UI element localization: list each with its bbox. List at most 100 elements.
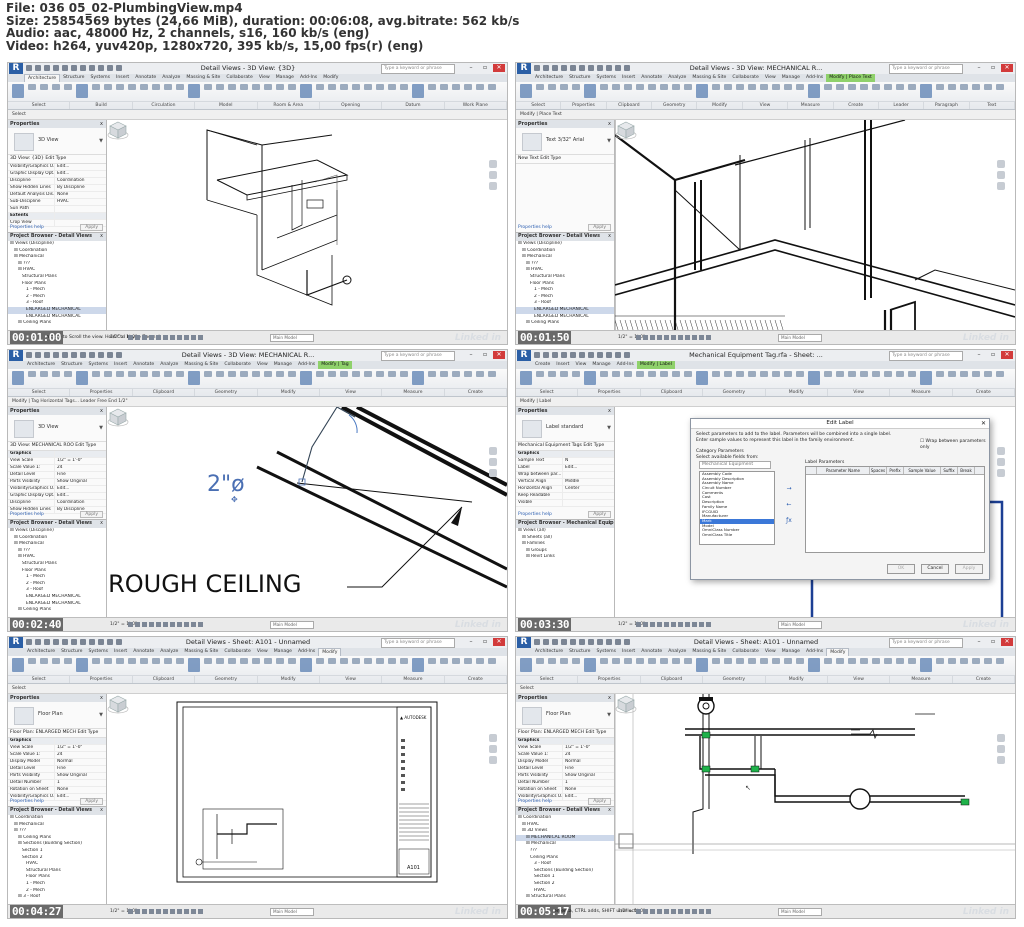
browser-node[interactable]: ⊟ Ceiling Plans — [8, 607, 106, 614]
ribbon-tool-icon[interactable] — [960, 658, 968, 664]
ribbon-tool-icon[interactable] — [228, 84, 236, 90]
ribbon-tool-icon[interactable] — [252, 371, 260, 377]
modify-tool-icon[interactable] — [12, 371, 24, 385]
tab-modify[interactable]: Modify — [320, 74, 341, 82]
ribbon-tool-icon[interactable] — [996, 84, 1004, 90]
ribbon-tool-icon[interactable] — [440, 658, 448, 664]
browser-node[interactable]: ⊟ Mechanical — [8, 541, 106, 548]
ribbon-tool-icon[interactable] — [128, 371, 136, 377]
tab-collaborate[interactable]: Collaborate — [223, 74, 255, 82]
property-value[interactable]: Center — [562, 486, 614, 492]
search-input[interactable]: Type a keyword or phrase — [381, 638, 455, 648]
modify-tool-icon[interactable] — [12, 658, 24, 672]
ribbon-tool-icon[interactable] — [316, 84, 324, 90]
drawing-area[interactable] — [107, 120, 507, 333]
ribbon-tool-icon[interactable] — [784, 658, 792, 664]
browser-node[interactable]: ⊟ 3 - Roof — [8, 894, 106, 901]
property-row[interactable]: Visible — [516, 500, 614, 507]
tab-architecture[interactable]: Architecture — [532, 648, 566, 656]
crop-icon[interactable] — [664, 909, 669, 914]
property-value[interactable] — [54, 213, 106, 219]
property-value[interactable] — [562, 493, 614, 499]
ribbon-tool-icon[interactable] — [684, 371, 692, 377]
3d-view-icon[interactable] — [606, 352, 612, 358]
browser-node[interactable]: ⊟ ??? — [8, 828, 106, 835]
ribbon-tool-icon[interactable] — [960, 371, 968, 377]
orbit-icon[interactable] — [489, 756, 497, 764]
temp-hide-icon[interactable] — [685, 335, 690, 340]
browser-node[interactable]: ⊟ ??? — [516, 261, 614, 268]
lock-icon[interactable] — [170, 622, 175, 627]
3d-view-icon[interactable] — [98, 352, 104, 358]
ribbon-tool-icon[interactable] — [300, 371, 312, 385]
ribbon-tool-icon[interactable] — [648, 371, 656, 377]
ribbon-tool-icon[interactable] — [908, 658, 916, 664]
minimize-button[interactable]: – — [973, 64, 985, 72]
close-button[interactable]: ✕ — [493, 64, 505, 72]
tab-view[interactable]: View — [256, 74, 273, 82]
ribbon-tool-icon[interactable] — [152, 371, 160, 377]
lock-icon[interactable] — [170, 335, 175, 340]
highlight-icon[interactable] — [706, 622, 711, 627]
ribbon-tool-icon[interactable] — [92, 658, 100, 664]
ribbon-tool-icon[interactable] — [364, 84, 372, 90]
ribbon-tool-icon[interactable] — [684, 658, 692, 664]
tab-systems[interactable]: Systems — [86, 648, 112, 656]
ribbon-tool-icon[interactable] — [288, 84, 296, 90]
ribbon-tool-icon[interactable] — [972, 371, 980, 377]
tab-add-ins[interactable]: Add-Ins — [295, 648, 318, 656]
ribbon-tool-icon[interactable] — [464, 84, 472, 90]
property-value[interactable]: 1/2" = 1'-0" — [54, 745, 106, 751]
steering-wheel-icon[interactable] — [997, 447, 1005, 455]
save-icon[interactable] — [35, 352, 41, 358]
property-row[interactable]: Graphic Display Opt... Edit... — [8, 493, 106, 500]
close-button[interactable]: ✕ — [1001, 64, 1013, 72]
browser-node[interactable]: 2 - Mech — [8, 294, 106, 301]
ribbon-tool-icon[interactable] — [204, 84, 212, 90]
ribbon-tool-icon[interactable] — [40, 658, 48, 664]
ribbon-tool-icon[interactable] — [948, 84, 956, 90]
ribbon-tool-icon[interactable] — [64, 371, 72, 377]
3d-view-icon[interactable] — [606, 639, 612, 645]
property-value[interactable]: Edit... — [562, 465, 614, 471]
ribbon-tool-icon[interactable] — [328, 84, 336, 90]
ribbon-tool-icon[interactable] — [984, 371, 992, 377]
add-parameter-icon[interactable]: → — [785, 485, 793, 492]
property-value[interactable]: 1 — [562, 780, 614, 786]
analysis-icon[interactable] — [699, 335, 704, 340]
ribbon-tool-icon[interactable] — [152, 84, 160, 90]
ribbon-tool-icon[interactable] — [848, 84, 856, 90]
ribbon-tool-icon[interactable] — [936, 371, 944, 377]
browser-node[interactable]: Structural Plans — [8, 868, 106, 875]
browser-node[interactable]: ⊟ Ceiling Plans — [8, 320, 106, 327]
reveal-icon[interactable] — [184, 909, 189, 914]
orbit-icon[interactable] — [997, 469, 1005, 477]
browser-node[interactable]: ENLARGED MECHANICAL — [516, 306, 614, 314]
property-value[interactable]: Edit... — [54, 171, 106, 177]
ribbon-tool-icon[interactable] — [672, 84, 680, 90]
chevron-down-icon[interactable]: ▼ — [99, 712, 103, 718]
measure-icon[interactable] — [579, 352, 585, 358]
ribbon-tool-icon[interactable] — [872, 658, 880, 664]
tab-systems[interactable]: Systems — [594, 74, 620, 82]
ribbon-tool-icon[interactable] — [684, 84, 692, 90]
ribbon-tool-icon[interactable] — [376, 658, 384, 664]
ribbon-tool-icon[interactable] — [836, 371, 844, 377]
ribbon-tool-icon[interactable] — [748, 658, 756, 664]
restore-button[interactable]: ▫ — [987, 638, 999, 646]
ribbon-tool-icon[interactable] — [772, 658, 780, 664]
tab-architecture[interactable]: Architecture — [24, 361, 58, 369]
sun-path-icon[interactable] — [142, 909, 147, 914]
thin-lines-icon[interactable] — [116, 65, 122, 71]
ribbon-tool-icon[interactable] — [152, 658, 160, 664]
ribbon-tool-icon[interactable] — [920, 371, 932, 385]
ribbon-tool-icon[interactable] — [572, 371, 580, 377]
tab-systems[interactable]: Systems — [594, 648, 620, 656]
browser-node[interactable]: Structural Plans — [8, 274, 106, 281]
dialog-close-icon[interactable]: ✕ — [981, 419, 986, 428]
browser-node[interactable]: Floor Plans — [8, 281, 106, 288]
browser-node[interactable]: ⊟ ??? — [8, 548, 106, 555]
tab-massing-site[interactable]: Massing & Site — [183, 74, 223, 82]
ribbon-tool-icon[interactable] — [228, 658, 236, 664]
minimize-button[interactable]: – — [973, 351, 985, 359]
